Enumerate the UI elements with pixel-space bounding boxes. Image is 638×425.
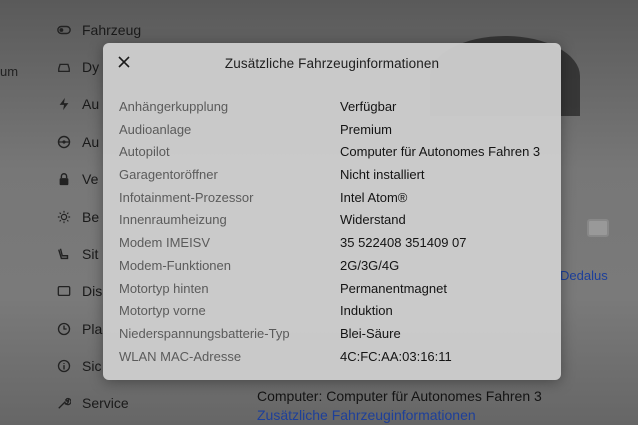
sidebar-item-label: Service xyxy=(82,395,129,411)
sidebar-item-fahrzeug[interactable]: Fahrzeug xyxy=(56,19,141,41)
info-value: Nicht installiert xyxy=(340,167,425,183)
background-computer-info: Computer: Computer für Autonomes Fahren … xyxy=(257,388,542,404)
sidebar-item-sitze[interactable]: Sit xyxy=(56,243,98,265)
sidebar-item-display[interactable]: Dis xyxy=(56,280,102,302)
steering-wheel-icon xyxy=(56,134,72,150)
info-value: Verfügbar xyxy=(340,99,397,114)
sidebar-item-aufladen[interactable]: Au xyxy=(56,93,99,115)
lock-icon xyxy=(56,171,72,187)
info-value: Computer für Autonomes Fahren 3 xyxy=(340,144,541,160)
info-label: Infotainment-Prozessor xyxy=(119,189,254,205)
info-label: Audioanlage xyxy=(119,121,192,137)
sidebar-item-autopilot[interactable]: Au xyxy=(56,131,99,153)
sidebar-item-beleuchtung[interactable]: Be xyxy=(56,206,99,228)
info-value: Intel Atom® xyxy=(340,189,408,205)
sidebar-item-label: Dis xyxy=(82,283,103,299)
info-label: Motortyp vorne xyxy=(119,303,206,319)
sidebar-item-sicherheit[interactable]: Sic xyxy=(56,355,101,377)
info-icon xyxy=(56,358,72,374)
sidebar-item-planung[interactable]: Pla xyxy=(56,318,102,340)
info-row-modem-funktionen: Modem-Funktionen 2G/3G/4G xyxy=(119,256,549,279)
car-icon xyxy=(56,59,72,75)
info-label: WLAN MAC-Adresse xyxy=(119,348,242,364)
modal-title: Zusätzliche Fahrzeuginformationen xyxy=(224,56,440,71)
info-row-audioanlage: Audioanlage Premium xyxy=(119,120,549,143)
modal-header: Zusätzliche Fahrzeuginformationen xyxy=(103,43,561,83)
info-row-autopilot: Autopilot Computer für Autonomes Fahren … xyxy=(119,142,549,165)
background-left-text: um xyxy=(0,64,19,79)
info-value: Induktion xyxy=(340,303,393,319)
sidebar-item-label: Au xyxy=(82,96,100,112)
info-value: 2G/3G/4G xyxy=(340,257,400,273)
info-value: Permanentmagnet xyxy=(340,280,447,296)
info-value: 35 522408 351409 07 xyxy=(340,235,467,251)
lightning-icon xyxy=(56,96,72,112)
info-row-motortyp-hinten: Motortyp hinten Permanentmagnet xyxy=(119,279,549,302)
clock-icon xyxy=(56,321,72,337)
info-value: Widerstand xyxy=(340,212,406,228)
vehicle-info-list: Anhängerkupplung Verfügbar Audioanlage P… xyxy=(119,97,549,369)
sidebar-item-label: Sit xyxy=(82,246,99,262)
info-label: Anhängerkupplung xyxy=(119,99,229,114)
sidebar-item-label: Au xyxy=(82,134,100,150)
info-label: Innenraumheizung xyxy=(119,212,227,228)
wrench-icon xyxy=(56,395,72,411)
info-label: Garagentoröffner xyxy=(119,167,218,183)
toggle-icon xyxy=(56,22,72,38)
background-software-name: Dedalus xyxy=(560,268,608,283)
vehicle-info-modal: Zusätzliche Fahrzeuginformationen Anhäng… xyxy=(103,43,561,380)
additional-info-link[interactable]: Zusätzliche Fahrzeuginformationen xyxy=(257,407,476,423)
info-label: Autopilot xyxy=(119,144,170,160)
sun-icon xyxy=(56,209,72,225)
display-icon xyxy=(56,283,72,299)
sidebar-item-label: Be xyxy=(82,209,100,225)
info-label: Modem IMEISV xyxy=(119,235,211,251)
sidebar-item-label: Sic xyxy=(82,358,102,374)
info-row-garagentoroeffner: Garagentoröffner Nicht installiert xyxy=(119,165,549,188)
info-row-modem-imeisv: Modem IMEISV 35 522408 351409 07 xyxy=(119,233,549,256)
info-label: Niederspannungsbatterie-Typ xyxy=(119,325,290,341)
info-row-wlan-mac-adresse: WLAN MAC-Adresse 4C:FC:AA:03:16:11 xyxy=(119,347,549,370)
sidebar-item-service[interactable]: Service xyxy=(56,392,129,414)
sidebar-item-verriegelung[interactable]: Ve xyxy=(56,168,98,190)
sidebar-item-dynamik[interactable]: Dy xyxy=(56,56,99,78)
info-row-anhaengerkupplung: Anhängerkupplung Verfügbar xyxy=(119,97,549,120)
info-row-innenraumheizung: Innenraumheizung Widerstand xyxy=(119,210,549,233)
info-value: Premium xyxy=(340,121,393,137)
info-label: Modem-Funktionen xyxy=(119,257,231,273)
info-row-motortyp-vorne: Motortyp vorne Induktion xyxy=(119,301,549,324)
sidebar-item-label: Pla xyxy=(82,321,103,337)
sidebar-item-label: Fahrzeug xyxy=(82,22,142,38)
info-value: 4C:FC:AA:03:16:11 xyxy=(340,348,452,364)
seat-icon xyxy=(56,246,72,262)
info-row-infotainment-prozessor: Infotainment-Prozessor Intel Atom® xyxy=(119,188,549,211)
sidebar-item-label: Dy xyxy=(82,59,100,75)
info-label: Motortyp hinten xyxy=(119,280,209,296)
sidebar-item-label: Ve xyxy=(82,171,99,187)
info-row-niederspannungsbatterie-typ: Niederspannungsbatterie-Typ Blei-Säure xyxy=(119,324,549,347)
info-value: Blei-Säure xyxy=(340,325,401,341)
background-button xyxy=(587,219,609,237)
